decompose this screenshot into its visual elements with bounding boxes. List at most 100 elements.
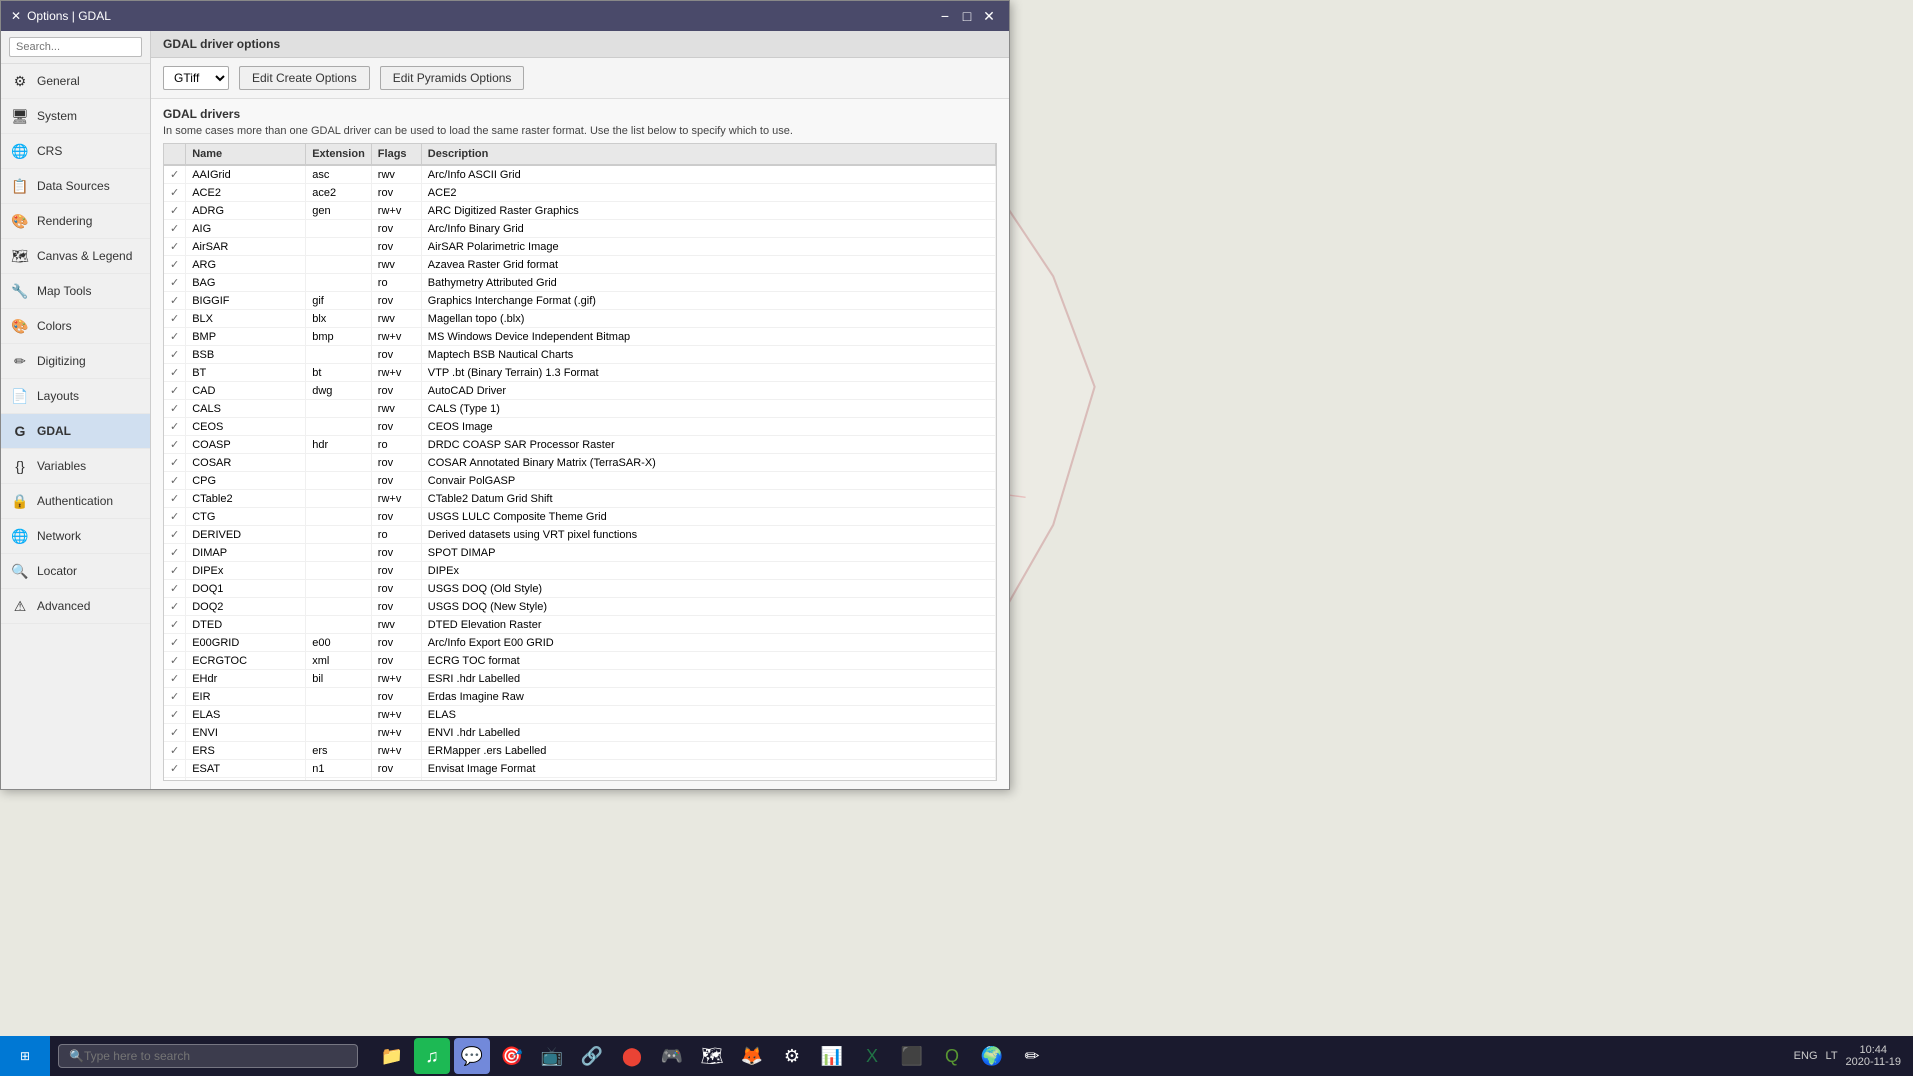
sidebar-item-map-tools[interactable]: 🔧 Map Tools	[1, 274, 150, 309]
sidebar-item-gdal[interactable]: G GDAL	[1, 414, 150, 449]
sidebar-item-variables[interactable]: {} Variables	[1, 449, 150, 484]
sidebar-label-canvas-legend: Canvas & Legend	[37, 249, 132, 263]
taskbar-app-terminal[interactable]: ⬛	[894, 1038, 930, 1074]
sidebar-item-layouts[interactable]: 📄 Layouts	[1, 379, 150, 414]
close-button[interactable]: ✕	[979, 6, 999, 26]
taskbar-app-geo[interactable]: 🌍	[974, 1038, 1010, 1074]
table-row[interactable]: ✓ COASP hdr ro DRDC COASP SAR Processor …	[164, 436, 996, 454]
table-row[interactable]: ✓ ADRG gen rw+v ARC Digitized Raster Gra…	[164, 202, 996, 220]
sidebar-item-system[interactable]: 🖥 System	[1, 99, 150, 134]
taskbar-search-input[interactable]	[84, 1049, 347, 1063]
table-row[interactable]: ✓ E00GRID e00 rov Arc/Info Export E00 GR…	[164, 634, 996, 652]
table-row[interactable]: ✓ FAST rov EOSAT FAST Format	[164, 778, 996, 782]
driver-check: ✓	[164, 526, 186, 544]
driver-flags: rov	[371, 760, 421, 778]
table-row[interactable]: ✓ CALS rwv CALS (Type 1)	[164, 400, 996, 418]
table-row[interactable]: ✓ DOQ1 rov USGS DOQ (Old Style)	[164, 580, 996, 598]
table-row[interactable]: ✓ BMP bmp rw+v MS Windows Device Indepen…	[164, 328, 996, 346]
table-row[interactable]: ✓ ARG rwv Azavea Raster Grid format	[164, 256, 996, 274]
table-row[interactable]: ✓ EHdr bil rw+v ESRI .hdr Labelled	[164, 670, 996, 688]
driver-name: DOQ2	[186, 598, 306, 616]
taskbar-app-chrome[interactable]: ⬤	[614, 1038, 650, 1074]
table-row[interactable]: ✓ AirSAR rov AirSAR Polarimetric Image	[164, 238, 996, 256]
sidebar-item-general[interactable]: ⚙ General	[1, 64, 150, 99]
taskbar-app-explorer[interactable]: 📁	[374, 1038, 410, 1074]
table-row[interactable]: ✓ ESAT n1 rov Envisat Image Format	[164, 760, 996, 778]
table-row[interactable]: ✓ BSB rov Maptech BSB Nautical Charts	[164, 346, 996, 364]
sidebar-item-authentication[interactable]: 🔒 Authentication	[1, 484, 150, 519]
driver-desc: DIPEx	[421, 562, 995, 580]
table-row[interactable]: ✓ EIR rov Erdas Imagine Raw	[164, 688, 996, 706]
driver-name: ELAS	[186, 706, 306, 724]
table-row[interactable]: ✓ ELAS rw+v ELAS	[164, 706, 996, 724]
edit-create-options-button[interactable]: Edit Create Options	[239, 66, 370, 90]
table-row[interactable]: ✓ AIG rov Arc/Info Binary Grid	[164, 220, 996, 238]
table-row[interactable]: ✓ COSAR rov COSAR Annotated Binary Matri…	[164, 454, 996, 472]
driver-flags: ro	[371, 436, 421, 454]
sidebar-label-data-sources: Data Sources	[37, 179, 110, 193]
table-row[interactable]: ✓ DERIVED ro Derived datasets using VRT …	[164, 526, 996, 544]
driver-ext: blx	[306, 310, 372, 328]
table-row[interactable]: ✓ CPG rov Convair PolGASP	[164, 472, 996, 490]
driver-ext	[306, 472, 372, 490]
sidebar-item-data-sources[interactable]: 📋 Data Sources	[1, 169, 150, 204]
driver-flags: rwv	[371, 310, 421, 328]
drivers-table-container[interactable]: Name Extension Flags Description ✓ AAIGr…	[163, 143, 997, 781]
table-row[interactable]: ✓ CEOS rov CEOS Image	[164, 418, 996, 436]
taskbar-app-discord[interactable]: 💬	[454, 1038, 490, 1074]
sidebar-item-advanced[interactable]: ⚠ Advanced	[1, 589, 150, 624]
taskbar-app-maps[interactable]: 🗺	[694, 1038, 730, 1074]
table-row[interactable]: ✓ DIMAP rov SPOT DIMAP	[164, 544, 996, 562]
table-row[interactable]: ✓ ACE2 ace2 rov ACE2	[164, 184, 996, 202]
sidebar-label-variables: Variables	[37, 459, 86, 473]
taskbar-app-pen[interactable]: ✏	[1014, 1038, 1050, 1074]
taskbar-app-link[interactable]: 🔗	[574, 1038, 610, 1074]
maximize-button[interactable]: □	[957, 6, 977, 26]
taskbar-app-excel[interactable]: X	[854, 1038, 890, 1074]
driver-name: BMP	[186, 328, 306, 346]
table-row[interactable]: ✓ CTG rov USGS LULC Composite Theme Grid	[164, 508, 996, 526]
edit-pyramids-options-button[interactable]: Edit Pyramids Options	[380, 66, 525, 90]
taskbar-app-monitor[interactable]: 📊	[814, 1038, 850, 1074]
table-row[interactable]: ✓ ERS ers rw+v ERMapper .ers Labelled	[164, 742, 996, 760]
table-row[interactable]: ✓ BAG ro Bathymetry Attributed Grid	[164, 274, 996, 292]
sidebar-label-general: General	[37, 74, 80, 88]
taskbar-app-pinwheel[interactable]: 🎯	[494, 1038, 530, 1074]
table-row[interactable]: ✓ BIGGIF gif rov Graphics Interchange Fo…	[164, 292, 996, 310]
driver-check: ✓	[164, 490, 186, 508]
table-row[interactable]: ✓ DOQ2 rov USGS DOQ (New Style)	[164, 598, 996, 616]
driver-check: ✓	[164, 634, 186, 652]
table-row[interactable]: ✓ ECRGTOC xml rov ECRG TOC format	[164, 652, 996, 670]
sidebar-item-rendering[interactable]: 🎨 Rendering	[1, 204, 150, 239]
taskbar-app-qgis[interactable]: Q	[934, 1038, 970, 1074]
table-row[interactable]: ✓ DIPEx rov DIPEx	[164, 562, 996, 580]
sidebar-item-colors[interactable]: 🎨 Colors	[1, 309, 150, 344]
minimize-button[interactable]: −	[935, 6, 955, 26]
taskbar-app-tv[interactable]: 📺	[534, 1038, 570, 1074]
taskbar-app-browser[interactable]: 🦊	[734, 1038, 770, 1074]
table-row[interactable]: ✓ CAD dwg rov AutoCAD Driver	[164, 382, 996, 400]
driver-name: ADRG	[186, 202, 306, 220]
sidebar-item-network[interactable]: 🌐 Network	[1, 519, 150, 554]
driver-desc: MS Windows Device Independent Bitmap	[421, 328, 995, 346]
sidebar-item-canvas-legend[interactable]: 🗺 Canvas & Legend	[1, 239, 150, 274]
sidebar-item-crs[interactable]: 🌐 CRS	[1, 134, 150, 169]
table-row[interactable]: ✓ CTable2 rw+v CTable2 Datum Grid Shift	[164, 490, 996, 508]
sidebar-icon-gdal: G	[11, 422, 29, 440]
driver-desc: ELAS	[421, 706, 995, 724]
start-button[interactable]: ⊞	[0, 1036, 50, 1076]
drivers-table: Name Extension Flags Description ✓ AAIGr…	[164, 144, 996, 781]
taskbar-app-game[interactable]: 🎮	[654, 1038, 690, 1074]
driver-check: ✓	[164, 652, 186, 670]
table-row[interactable]: ✓ AAIGrid asc rwv Arc/Info ASCII Grid	[164, 165, 996, 184]
table-row[interactable]: ✓ ENVI rw+v ENVI .hdr Labelled	[164, 724, 996, 742]
taskbar-app-spotify[interactable]: ♫	[414, 1038, 450, 1074]
table-row[interactable]: ✓ DTED rwv DTED Elevation Raster	[164, 616, 996, 634]
sidebar-item-digitizing[interactable]: ✏ Digitizing	[1, 344, 150, 379]
taskbar-app-settings[interactable]: ⚙	[774, 1038, 810, 1074]
table-row[interactable]: ✓ BT bt rw+v VTP .bt (Binary Terrain) 1.…	[164, 364, 996, 382]
sidebar-item-locator[interactable]: 🔍 Locator	[1, 554, 150, 589]
table-row[interactable]: ✓ BLX blx rwv Magellan topo (.blx)	[164, 310, 996, 328]
driver-select[interactable]: GTiff PNG JPEG	[163, 66, 229, 90]
sidebar-search-input[interactable]	[9, 37, 142, 57]
